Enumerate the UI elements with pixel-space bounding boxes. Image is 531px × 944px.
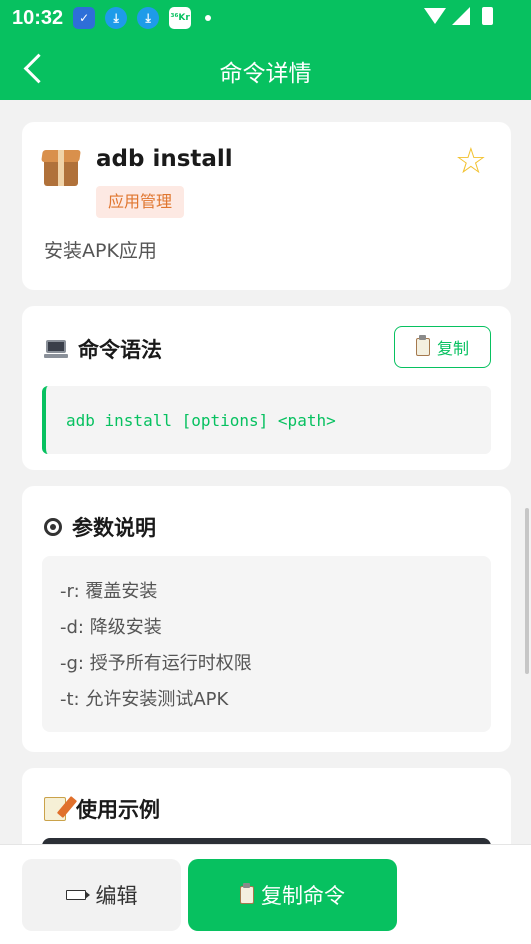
kr-app-icon: ³⁶Kr bbox=[169, 7, 192, 29]
wifi-icon bbox=[424, 8, 446, 24]
bottom-action-bar: 编辑 复制命令 bbox=[0, 844, 531, 944]
package-icon bbox=[41, 148, 82, 188]
command-name: adb install bbox=[96, 146, 233, 172]
scrollbar[interactable] bbox=[525, 508, 529, 674]
syntax-code: adb install [options] <path> bbox=[66, 410, 336, 430]
favorite-star-icon[interactable]: ☆ bbox=[455, 144, 487, 180]
main-content[interactable]: adb install 应用管理 ☆ 安装APK应用 命令语法 复制 adb i… bbox=[0, 100, 531, 844]
notification-dot-icon bbox=[205, 15, 212, 21]
download-icon-2: ⤓ bbox=[137, 7, 160, 29]
laptop-icon bbox=[44, 340, 68, 358]
param-item: -r: 覆盖安装 bbox=[60, 581, 158, 602]
bird-app-icon: ✓ bbox=[73, 7, 96, 29]
params-section-title: 参数说明 bbox=[44, 512, 156, 542]
status-time: 10:32 bbox=[12, 6, 64, 29]
copy-syntax-button[interactable]: 复制 bbox=[394, 326, 491, 368]
param-item: -d: 降级安装 bbox=[60, 617, 162, 638]
params-title-label: 参数说明 bbox=[72, 516, 156, 540]
command-card: adb install 应用管理 ☆ 安装APK应用 bbox=[22, 122, 511, 290]
battery-icon bbox=[482, 7, 493, 25]
example-card: 使用示例 bbox=[22, 768, 511, 844]
syntax-title-label: 命令语法 bbox=[78, 338, 162, 362]
param-item: -t: 允许安装测试APK bbox=[60, 689, 229, 710]
category-badge: 应用管理 bbox=[96, 186, 185, 218]
memo-icon bbox=[44, 797, 66, 821]
example-section-title: 使用示例 bbox=[44, 794, 160, 824]
status-bar: 10:32 ✓ ⤓ ⤓ ³⁶Kr bbox=[0, 0, 531, 36]
gear-icon bbox=[44, 518, 62, 536]
page-title: 命令详情 bbox=[219, 61, 312, 87]
copy-command-button[interactable]: 复制命令 bbox=[188, 859, 397, 931]
command-description: 安装APK应用 bbox=[44, 240, 157, 262]
edit-button[interactable]: 编辑 bbox=[22, 859, 181, 931]
pencil-icon bbox=[65, 890, 90, 900]
copy-command-label: 复制命令 bbox=[261, 884, 345, 908]
example-title-label: 使用示例 bbox=[76, 798, 160, 822]
app-bar: 命令详情 bbox=[0, 36, 531, 100]
signal-icon bbox=[452, 7, 470, 25]
param-item: -g: 授予所有运行时权限 bbox=[60, 653, 252, 674]
edit-label: 编辑 bbox=[95, 884, 138, 908]
params-list: -r: 覆盖安装 -d: 降级安装 -g: 授予所有运行时权限 -t: 允许安装… bbox=[42, 556, 491, 732]
syntax-card: 命令语法 复制 adb install [options] <path> bbox=[22, 306, 511, 470]
download-icon: ⤓ bbox=[105, 7, 128, 29]
clipboard-icon bbox=[415, 335, 430, 356]
syntax-code-block: adb install [options] <path> bbox=[42, 386, 491, 454]
copy-syntax-label: 复制 bbox=[436, 339, 469, 358]
clipboard-icon bbox=[240, 883, 254, 904]
params-card: 参数说明 -r: 覆盖安装 -d: 降级安装 -g: 授予所有运行时权限 -t:… bbox=[22, 486, 511, 752]
syntax-section-title: 命令语法 bbox=[44, 334, 162, 364]
